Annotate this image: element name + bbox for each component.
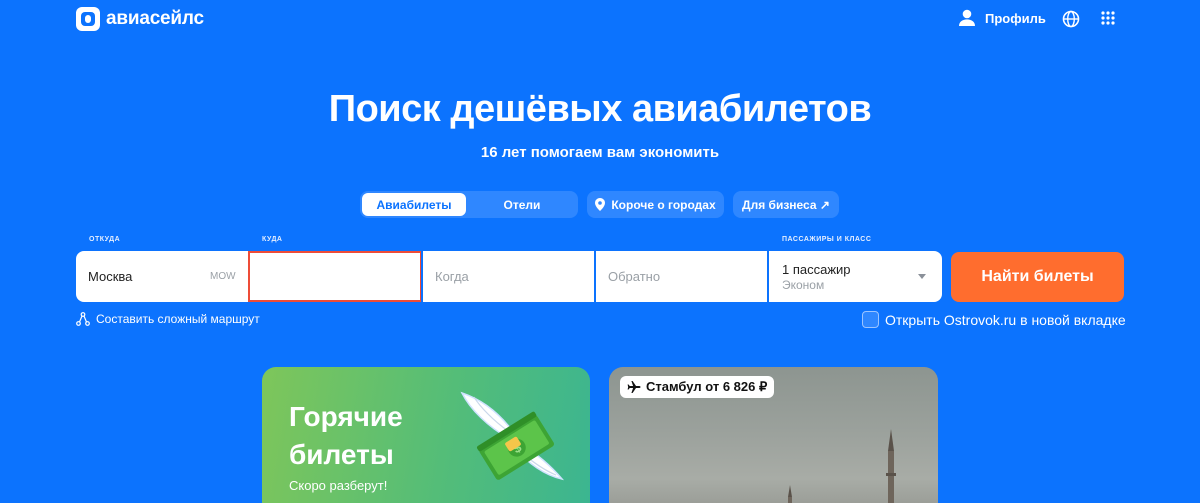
apps-grid-icon[interactable] [1101, 11, 1115, 25]
hot-title-line: Горячие [289, 401, 403, 432]
top-bar: авиасейлс Профиль [0, 0, 1200, 40]
airplane-icon [627, 381, 641, 393]
destination-price-tag: Стамбул от 6 826 ₽ [620, 376, 775, 398]
destination-label: КУДА [262, 236, 283, 243]
hot-tickets-subtitle: Скоро разберут! [289, 478, 388, 493]
logo[interactable]: авиасейлс [76, 7, 204, 31]
origin-label: ОТКУДА [89, 236, 121, 243]
business-label: Для бизнеса ↗ [742, 197, 830, 212]
origin-value: Москва [88, 269, 133, 284]
chevron-down-icon[interactable] [918, 274, 926, 279]
tab-flights[interactable]: Авиабилеты [362, 193, 466, 216]
profile-button[interactable]: Профиль [958, 9, 1046, 27]
destination-price-label: Стамбул от 6 826 ₽ [646, 379, 768, 394]
destination-field[interactable] [248, 251, 422, 302]
hot-tickets-title: Горячие билеты [289, 398, 403, 474]
globe-icon[interactable] [1062, 10, 1080, 28]
complex-route-link[interactable]: Составить сложный маршрут [76, 312, 260, 326]
cities-link[interactable]: Короче о городах [587, 191, 724, 218]
logo-icon [76, 7, 100, 31]
depart-date-field[interactable]: Когда [423, 251, 594, 302]
ostrovok-option[interactable]: Открыть Ostrovok.ru в новой вкладке [862, 311, 1126, 328]
profile-label: Профиль [985, 10, 1046, 26]
route-icon [76, 312, 90, 326]
return-placeholder: Обратно [608, 269, 661, 284]
page-subtitle: 16 лет помогаем вам экономить [480, 144, 720, 161]
passengers-label: ПАССАЖИРЫ И КЛАСС [782, 236, 872, 243]
class-value: Эконом [782, 278, 825, 292]
minaret-icon [886, 429, 896, 503]
user-icon [959, 9, 975, 26]
tab-hotels[interactable]: Отели [468, 193, 576, 216]
origin-field[interactable]: Москва MOW [76, 251, 248, 302]
complex-route-label: Составить сложный маршрут [96, 312, 260, 326]
map-pin-icon [595, 198, 606, 211]
hot-tickets-card[interactable]: Горячие билеты Скоро разберут! $ [262, 367, 590, 503]
hot-title-line: билеты [289, 439, 394, 470]
business-link[interactable]: Для бизнеса ↗ [733, 191, 839, 218]
minaret-icon [788, 485, 792, 503]
search-form: Москва MOW Когда Обратно 1 пассажир Экон… [76, 251, 942, 302]
flying-money-icon: $ [460, 391, 565, 481]
ostrovok-checkbox[interactable] [862, 311, 879, 328]
product-tabs: Авиабилеты Отели [360, 191, 578, 218]
cities-label: Короче о городах [611, 197, 716, 212]
return-date-field[interactable]: Обратно [596, 251, 767, 302]
search-button[interactable]: Найти билеты [951, 252, 1124, 302]
depart-placeholder: Когда [435, 269, 469, 284]
origin-code: MOW [210, 271, 236, 282]
passengers-value: 1 пассажир [782, 262, 851, 277]
destination-card-istanbul[interactable]: Стамбул от 6 826 ₽ [609, 367, 938, 503]
page-title: Поиск дешёвых авиабилетов [328, 88, 872, 130]
ostrovok-label: Открыть Ostrovok.ru в новой вкладке [885, 311, 1126, 328]
logo-text: авиасейлс [106, 8, 204, 29]
